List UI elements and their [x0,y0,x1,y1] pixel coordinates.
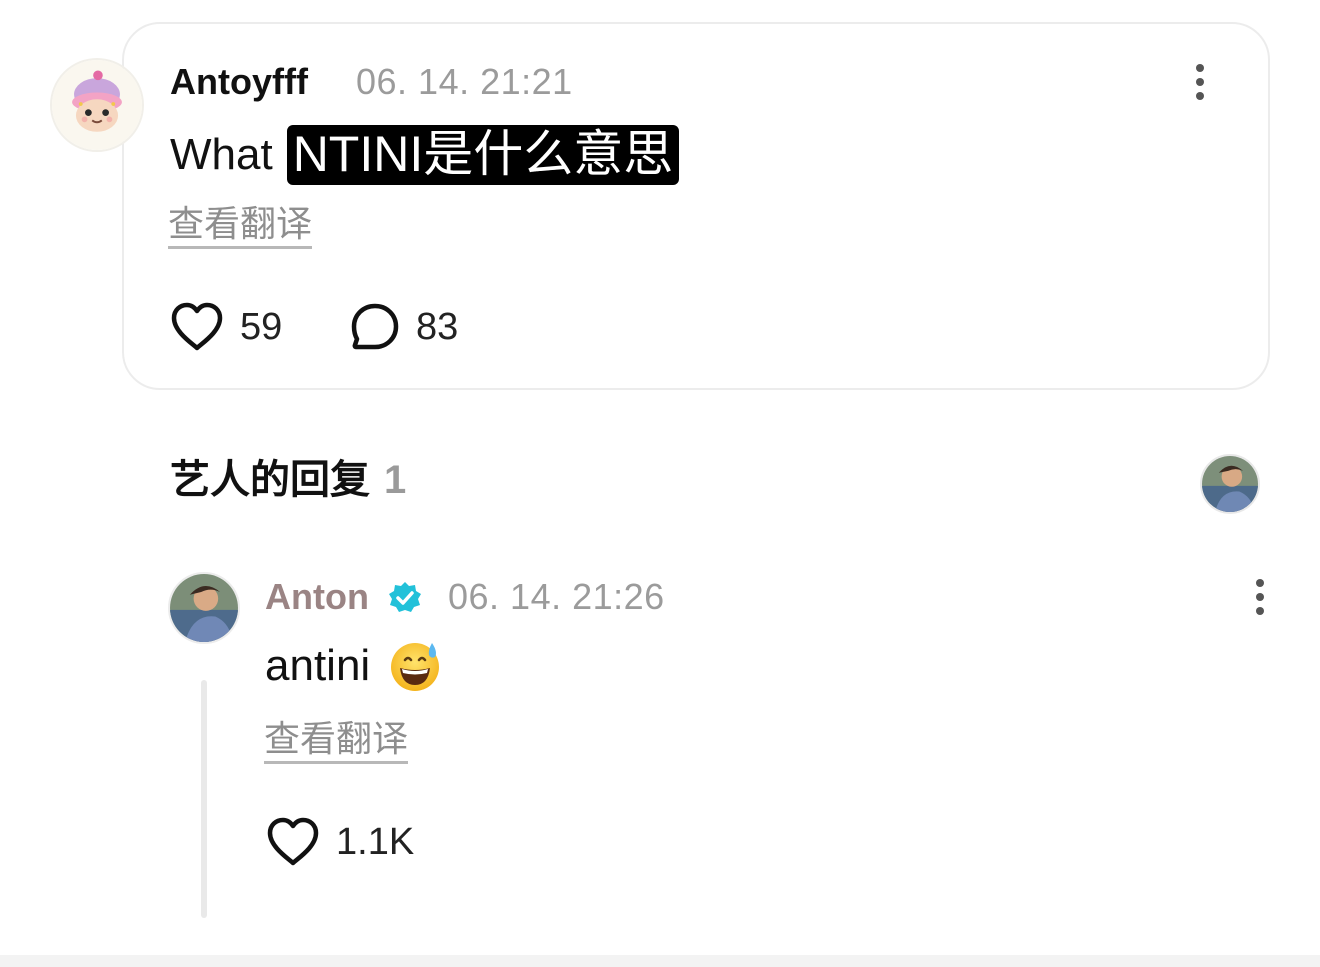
heart-icon [171,302,223,351]
post-more-button[interactable] [1190,62,1210,102]
artist-photo-image [170,574,238,642]
reply-username[interactable]: Anton [265,579,369,615]
reply-like-button[interactable]: 1.1K [266,817,414,867]
post-text-highlighted: NTINI是什么意思 [286,125,680,185]
reply-thread-line [201,680,207,918]
more-vertical-icon [1256,579,1264,587]
post-like-button[interactable]: 59 [170,302,282,352]
grinning-face-with-sweat-emoji [391,643,440,691]
artist-photo-image [1202,456,1258,512]
speech-bubble-icon [351,303,399,350]
post-body: What NTINI是什么意思 [170,122,680,188]
post-username[interactable]: Antoyfff [170,64,308,100]
reply-body: antini [265,636,442,696]
bottom-divider [0,955,1320,967]
artist-replies-count: 1 [384,458,407,502]
plush-toy-avatar-image [52,60,142,150]
reply-text: antini [265,641,371,690]
reply-username-text: Anton [265,576,369,617]
heart-icon [267,817,319,866]
more-vertical-icon [1196,64,1204,72]
reply-like-count: 1.1K [336,821,415,863]
artist-avatar-small[interactable] [1200,454,1260,514]
post-text-prefix: What [170,130,273,179]
reply-author-avatar[interactable] [168,572,240,644]
verified-badge-icon [389,582,421,612]
reply-more-button[interactable] [1250,577,1270,617]
post-like-count: 59 [240,306,283,348]
artist-replies-header: 艺人的回复 1 [170,460,406,500]
post-comment-button[interactable]: 83 [350,302,458,352]
reply-timestamp: 06. 14. 21:26 [448,576,665,617]
post-timestamp: 06. 14. 21:21 [356,61,573,102]
reply-translate-link[interactable]: 查看翻译 [264,721,409,764]
post-comment-count: 83 [416,306,459,348]
artist-replies-title: 艺人的回复 [170,458,370,502]
post-author-avatar[interactable] [50,58,144,152]
post-translate-link[interactable]: 查看翻译 [168,206,313,249]
